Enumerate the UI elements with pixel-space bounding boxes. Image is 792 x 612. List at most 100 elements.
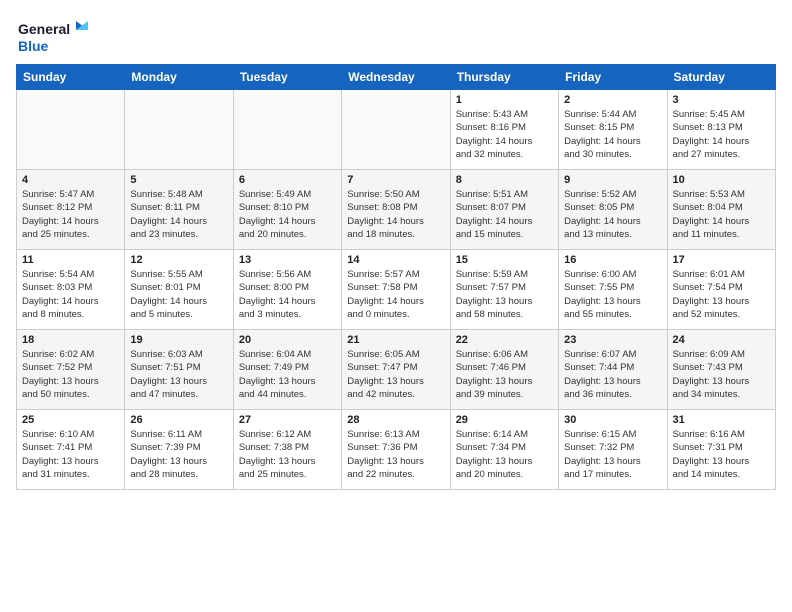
day-number: 3 <box>673 94 770 106</box>
day-number: 20 <box>239 334 336 346</box>
calendar-cell: 12 Sunrise: 5:55 AM Sunset: 8:01 PM Dayli… <box>125 250 233 330</box>
calendar-cell: 13 Sunrise: 5:56 AM Sunset: 8:00 PM Dayli… <box>233 250 341 330</box>
day-info: Sunrise: 5:56 AM Sunset: 8:00 PM Dayligh… <box>239 268 336 321</box>
day-number: 25 <box>22 414 119 426</box>
day-info: Sunrise: 5:55 AM Sunset: 8:01 PM Dayligh… <box>130 268 227 321</box>
day-info: Sunrise: 6:04 AM Sunset: 7:49 PM Dayligh… <box>239 348 336 401</box>
calendar-cell: 27 Sunrise: 6:12 AM Sunset: 7:38 PM Dayli… <box>233 410 341 490</box>
day-number: 23 <box>564 334 661 346</box>
day-info: Sunrise: 5:50 AM Sunset: 8:08 PM Dayligh… <box>347 188 444 241</box>
day-number: 2 <box>564 94 661 106</box>
calendar-week-5: 25Sunrise: 6:10 AM Sunset: 7:41 PM Dayli… <box>17 410 776 490</box>
day-info: Sunrise: 6:16 AM Sunset: 7:31 PM Dayligh… <box>673 428 770 481</box>
calendar-cell: 24 Sunrise: 6:09 AM Sunset: 7:43 PM Dayli… <box>667 330 775 410</box>
calendar-cell: 8Sunrise: 5:51 AM Sunset: 8:07 PM Daylig… <box>450 170 558 250</box>
calendar-cell: 7 Sunrise: 5:50 AM Sunset: 8:08 PM Daylig… <box>342 170 450 250</box>
day-number: 26 <box>130 414 227 426</box>
calendar-cell: 26 Sunrise: 6:11 AM Sunset: 7:39 PM Dayli… <box>125 410 233 490</box>
day-number: 13 <box>239 254 336 266</box>
svg-text:Blue: Blue <box>18 38 49 54</box>
day-info: Sunrise: 6:11 AM Sunset: 7:39 PM Dayligh… <box>130 428 227 481</box>
day-number: 17 <box>673 254 770 266</box>
day-info: Sunrise: 5:52 AM Sunset: 8:05 PM Dayligh… <box>564 188 661 241</box>
calendar-table: SundayMondayTuesdayWednesdayThursdayFrid… <box>16 64 776 490</box>
calendar-cell: 28Sunrise: 6:13 AM Sunset: 7:36 PM Dayli… <box>342 410 450 490</box>
day-info: Sunrise: 6:03 AM Sunset: 7:51 PM Dayligh… <box>130 348 227 401</box>
day-info: Sunrise: 6:12 AM Sunset: 7:38 PM Dayligh… <box>239 428 336 481</box>
day-info: Sunrise: 5:54 AM Sunset: 8:03 PM Dayligh… <box>22 268 119 321</box>
day-number: 9 <box>564 174 661 186</box>
day-number: 12 <box>130 254 227 266</box>
calendar-cell: 20 Sunrise: 6:04 AM Sunset: 7:49 PM Dayli… <box>233 330 341 410</box>
calendar-cell <box>342 90 450 170</box>
calendar-cell: 15Sunrise: 5:59 AM Sunset: 7:57 PM Dayli… <box>450 250 558 330</box>
day-info: Sunrise: 5:43 AM Sunset: 8:16 PM Dayligh… <box>456 108 553 161</box>
weekday-header-friday: Friday <box>559 65 667 90</box>
calendar-cell: 11Sunrise: 5:54 AM Sunset: 8:03 PM Dayli… <box>17 250 125 330</box>
day-info: Sunrise: 6:05 AM Sunset: 7:47 PM Dayligh… <box>347 348 444 401</box>
weekday-header-row: SundayMondayTuesdayWednesdayThursdayFrid… <box>17 65 776 90</box>
svg-text:General: General <box>18 21 70 37</box>
day-number: 7 <box>347 174 444 186</box>
day-number: 27 <box>239 414 336 426</box>
calendar-cell: 9 Sunrise: 5:52 AM Sunset: 8:05 PM Daylig… <box>559 170 667 250</box>
calendar-cell: 29 Sunrise: 6:14 AM Sunset: 7:34 PM Dayli… <box>450 410 558 490</box>
day-number: 19 <box>130 334 227 346</box>
day-number: 22 <box>456 334 553 346</box>
day-info: Sunrise: 6:09 AM Sunset: 7:43 PM Dayligh… <box>673 348 770 401</box>
calendar-cell <box>125 90 233 170</box>
day-info: Sunrise: 6:07 AM Sunset: 7:44 PM Dayligh… <box>564 348 661 401</box>
calendar-cell: 19 Sunrise: 6:03 AM Sunset: 7:51 PM Dayli… <box>125 330 233 410</box>
day-info: Sunrise: 5:59 AM Sunset: 7:57 PM Dayligh… <box>456 268 553 321</box>
weekday-header-sunday: Sunday <box>17 65 125 90</box>
day-number: 5 <box>130 174 227 186</box>
calendar-cell <box>233 90 341 170</box>
calendar-cell: 10 Sunrise: 5:53 AM Sunset: 8:04 PM Dayli… <box>667 170 775 250</box>
day-info: Sunrise: 6:15 AM Sunset: 7:32 PM Dayligh… <box>564 428 661 481</box>
day-number: 30 <box>564 414 661 426</box>
day-number: 31 <box>673 414 770 426</box>
day-info: Sunrise: 6:01 AM Sunset: 7:54 PM Dayligh… <box>673 268 770 321</box>
day-info: Sunrise: 5:51 AM Sunset: 8:07 PM Dayligh… <box>456 188 553 241</box>
day-number: 14 <box>347 254 444 266</box>
logo: GeneralBlue <box>16 16 96 56</box>
day-info: Sunrise: 6:06 AM Sunset: 7:46 PM Dayligh… <box>456 348 553 401</box>
page-header: GeneralBlue <box>16 16 776 56</box>
day-info: Sunrise: 6:14 AM Sunset: 7:34 PM Dayligh… <box>456 428 553 481</box>
calendar-cell: 1Sunrise: 5:43 AM Sunset: 8:16 PM Daylig… <box>450 90 558 170</box>
calendar-cell: 6 Sunrise: 5:49 AM Sunset: 8:10 PM Daylig… <box>233 170 341 250</box>
day-info: Sunrise: 5:45 AM Sunset: 8:13 PM Dayligh… <box>673 108 770 161</box>
day-info: Sunrise: 5:47 AM Sunset: 8:12 PM Dayligh… <box>22 188 119 241</box>
day-info: Sunrise: 6:02 AM Sunset: 7:52 PM Dayligh… <box>22 348 119 401</box>
calendar-cell: 17 Sunrise: 6:01 AM Sunset: 7:54 PM Dayli… <box>667 250 775 330</box>
day-number: 29 <box>456 414 553 426</box>
calendar-cell: 21 Sunrise: 6:05 AM Sunset: 7:47 PM Dayli… <box>342 330 450 410</box>
day-info: Sunrise: 5:44 AM Sunset: 8:15 PM Dayligh… <box>564 108 661 161</box>
logo-icon: GeneralBlue <box>16 16 96 56</box>
calendar-week-1: 1Sunrise: 5:43 AM Sunset: 8:16 PM Daylig… <box>17 90 776 170</box>
calendar-week-4: 18 Sunrise: 6:02 AM Sunset: 7:52 PM Dayli… <box>17 330 776 410</box>
day-number: 6 <box>239 174 336 186</box>
calendar-cell: 23 Sunrise: 6:07 AM Sunset: 7:44 PM Dayli… <box>559 330 667 410</box>
day-number: 28 <box>347 414 444 426</box>
calendar-cell: 22 Sunrise: 6:06 AM Sunset: 7:46 PM Dayli… <box>450 330 558 410</box>
day-number: 16 <box>564 254 661 266</box>
calendar-cell: 5 Sunrise: 5:48 AM Sunset: 8:11 PM Daylig… <box>125 170 233 250</box>
day-info: Sunrise: 6:00 AM Sunset: 7:55 PM Dayligh… <box>564 268 661 321</box>
day-info: Sunrise: 5:53 AM Sunset: 8:04 PM Dayligh… <box>673 188 770 241</box>
day-info: Sunrise: 5:57 AM Sunset: 7:58 PM Dayligh… <box>347 268 444 321</box>
calendar-week-2: 4 Sunrise: 5:47 AM Sunset: 8:12 PM Daylig… <box>17 170 776 250</box>
day-info: Sunrise: 5:49 AM Sunset: 8:10 PM Dayligh… <box>239 188 336 241</box>
weekday-header-tuesday: Tuesday <box>233 65 341 90</box>
calendar-cell: 14 Sunrise: 5:57 AM Sunset: 7:58 PM Dayli… <box>342 250 450 330</box>
day-number: 21 <box>347 334 444 346</box>
calendar-cell: 31 Sunrise: 6:16 AM Sunset: 7:31 PM Dayli… <box>667 410 775 490</box>
day-number: 24 <box>673 334 770 346</box>
day-info: Sunrise: 5:48 AM Sunset: 8:11 PM Dayligh… <box>130 188 227 241</box>
calendar-week-3: 11Sunrise: 5:54 AM Sunset: 8:03 PM Dayli… <box>17 250 776 330</box>
calendar-cell: 2 Sunrise: 5:44 AM Sunset: 8:15 PM Daylig… <box>559 90 667 170</box>
day-number: 10 <box>673 174 770 186</box>
day-number: 18 <box>22 334 119 346</box>
weekday-header-wednesday: Wednesday <box>342 65 450 90</box>
day-number: 4 <box>22 174 119 186</box>
